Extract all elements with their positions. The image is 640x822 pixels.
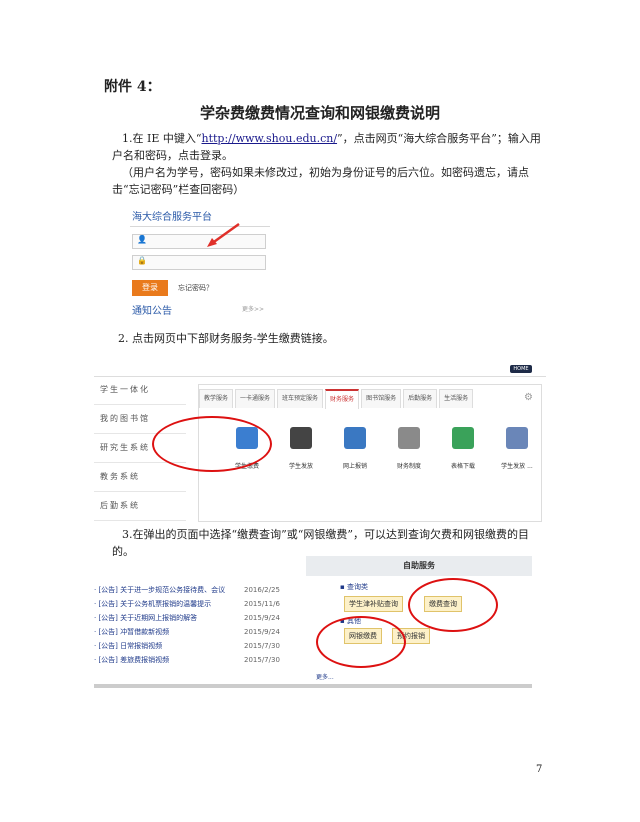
notice-title: · [公告] 关于近期网上报销的解答 xyxy=(94,614,198,622)
notice-row[interactable]: · [公告] 差旅费报销视频 2015/7/30 xyxy=(94,654,280,666)
form-download-tile[interactable]: 表格下载 xyxy=(437,419,489,472)
notice-date: 2015/7/30 xyxy=(244,642,280,650)
lock-icon: 🔒 xyxy=(137,256,147,265)
download-icon xyxy=(452,427,474,449)
sidebar-item[interactable]: 教务系统 xyxy=(94,463,186,492)
self-service-panel: 自助服务 · [公告] 关于进一步规范公务接待费、会议 2016/2/25 · [… xyxy=(94,556,532,690)
notice-date: 2015/9/24 xyxy=(244,614,280,622)
more-link[interactable]: 更多>> xyxy=(242,304,264,313)
sidebar-item[interactable]: 学生一体化 xyxy=(94,376,186,405)
notice-title: · [公告] 关于进一步规范公务接待费、会议 xyxy=(94,586,226,594)
student-issue-tile[interactable]: 学生发放 xyxy=(275,419,327,472)
category-query: ▪ 查询类 xyxy=(340,583,368,591)
step3-paragraph: 3.在弹出的页面中选择“缴费查询”或“网银缴费”，可以达到查询欠费和网银缴费的目… xyxy=(112,528,529,558)
notice-title: · [公告] 差旅费报销视频 xyxy=(94,656,170,664)
coins-icon xyxy=(344,427,366,449)
notice-row[interactable]: · [公告] 冲暂借款新视频 2015/9/24 xyxy=(94,626,280,638)
tab-teaching[interactable]: 教学服务 xyxy=(199,389,234,408)
tile-label: 表格下载 xyxy=(450,463,475,470)
page-number: 7 xyxy=(536,764,543,775)
service-tabs: 教学服务 一卡通服务 班车预定服务 财务服务 图书馆服务 后勤服务 生活服务 xyxy=(199,389,475,409)
portal-topbar: HOME xyxy=(94,362,546,377)
student-issue2-tile[interactable]: 学生发放 ... xyxy=(491,419,543,472)
tile-label: 学生发放 ... xyxy=(501,463,533,470)
notice-title: · [公告] 关于公务机票报销的温馨提示 xyxy=(94,600,212,608)
tab-logistics[interactable]: 后勤服务 xyxy=(403,389,438,408)
tile-label: 学生发放 xyxy=(288,463,313,470)
highlight-circle xyxy=(408,578,498,632)
shou-url-link[interactable]: http://www.shou.edu.cn/ xyxy=(202,132,338,145)
gear-icon[interactable]: ⚙ xyxy=(524,392,533,403)
step1-paragraph: 1.在 IE 中键入“http://www.shou.edu.cn/”，点击网页… xyxy=(112,130,548,164)
notice-title: · [公告] 冲暂借款新视频 xyxy=(94,628,170,636)
notice-row[interactable]: · [公告] 关于公务机票报销的温馨提示 2015/11/6 xyxy=(94,598,280,610)
portal-panel: HOME 学生一体化 我的图书馆 研究生系统 教务系统 后勤系统 教学服务 一卡… xyxy=(94,362,546,522)
step2-paragraph: 2. 点击网页中下部财务服务-学生缴费链接。 xyxy=(118,332,334,345)
notice-row[interactable]: · [公告] 关于近期网上报销的解答 2015/9/24 xyxy=(94,612,280,624)
tab-finance[interactable]: 财务服务 xyxy=(325,389,360,409)
notice-date: 2015/11/6 xyxy=(244,600,280,608)
platform-title: 海大综合服务平台 xyxy=(132,212,212,223)
notice-row[interactable]: · [公告] 日常报销视频 2015/7/30 xyxy=(94,640,280,652)
notice-title: · [公告] 日常报销视频 xyxy=(94,642,163,650)
tab-bus[interactable]: 班车预定服务 xyxy=(277,389,324,408)
document-title: 学杂费缴费情况查询和网银缴费说明 xyxy=(199,104,440,122)
online-reimburse-tile[interactable]: 网上报销 xyxy=(329,419,381,472)
notice-date: 2015/7/30 xyxy=(244,656,280,664)
attachment-heading: 附件 4： xyxy=(104,79,161,95)
tab-card[interactable]: 一卡通服务 xyxy=(235,389,276,408)
notice-date: 2016/2/25 xyxy=(244,586,280,594)
tile-label: 财务制度 xyxy=(396,463,421,470)
money-icon xyxy=(290,427,312,449)
person-icon: 👤 xyxy=(137,235,147,244)
tile-label: 网上报销 xyxy=(342,463,367,470)
notice-heading[interactable]: 通知公告 xyxy=(132,302,172,317)
allowance-query-button[interactable]: 学生津补贴查询 xyxy=(344,596,403,612)
notice-row[interactable]: · [公告] 关于进一步规范公务接待费、会议 2016/2/25 xyxy=(94,584,280,596)
login-button[interactable]: 登录 xyxy=(132,280,168,296)
tab-life[interactable]: 生活服务 xyxy=(439,389,474,408)
finance-rules-tile[interactable]: 财务制度 xyxy=(383,419,435,472)
password-input[interactable]: 🔒 xyxy=(132,255,266,270)
bottom-bar xyxy=(94,684,532,688)
notice-date: 2015/9/24 xyxy=(244,628,280,636)
home-button[interactable]: HOME xyxy=(510,365,532,373)
arrow-annotation-icon xyxy=(207,222,240,247)
more-link[interactable]: 更多... xyxy=(316,672,334,681)
tab-library[interactable]: 图书馆服务 xyxy=(361,389,402,408)
sidebar-item[interactable]: 后勤系统 xyxy=(94,492,186,521)
person-doc-icon xyxy=(506,427,528,449)
divider xyxy=(130,226,270,227)
highlight-circle xyxy=(316,616,406,668)
self-service-header: 自助服务 xyxy=(306,556,532,576)
document-icon xyxy=(398,427,420,449)
username-input[interactable]: 👤 xyxy=(132,234,266,249)
forgot-password-link[interactable]: 忘记密码？ xyxy=(178,283,213,293)
highlight-circle xyxy=(152,416,272,472)
login-panel: 海大综合服务平台 👤 🔒 登录 忘记密码？ 通知公告 更多>> xyxy=(130,206,270,318)
step1-prefix: 1.在 IE 中键入“ xyxy=(122,132,202,145)
step1-note: （用户名为学号，密码如果未修改过，初始为身份证号的后六位。如密码遗忘，请点击“忘… xyxy=(112,166,529,196)
